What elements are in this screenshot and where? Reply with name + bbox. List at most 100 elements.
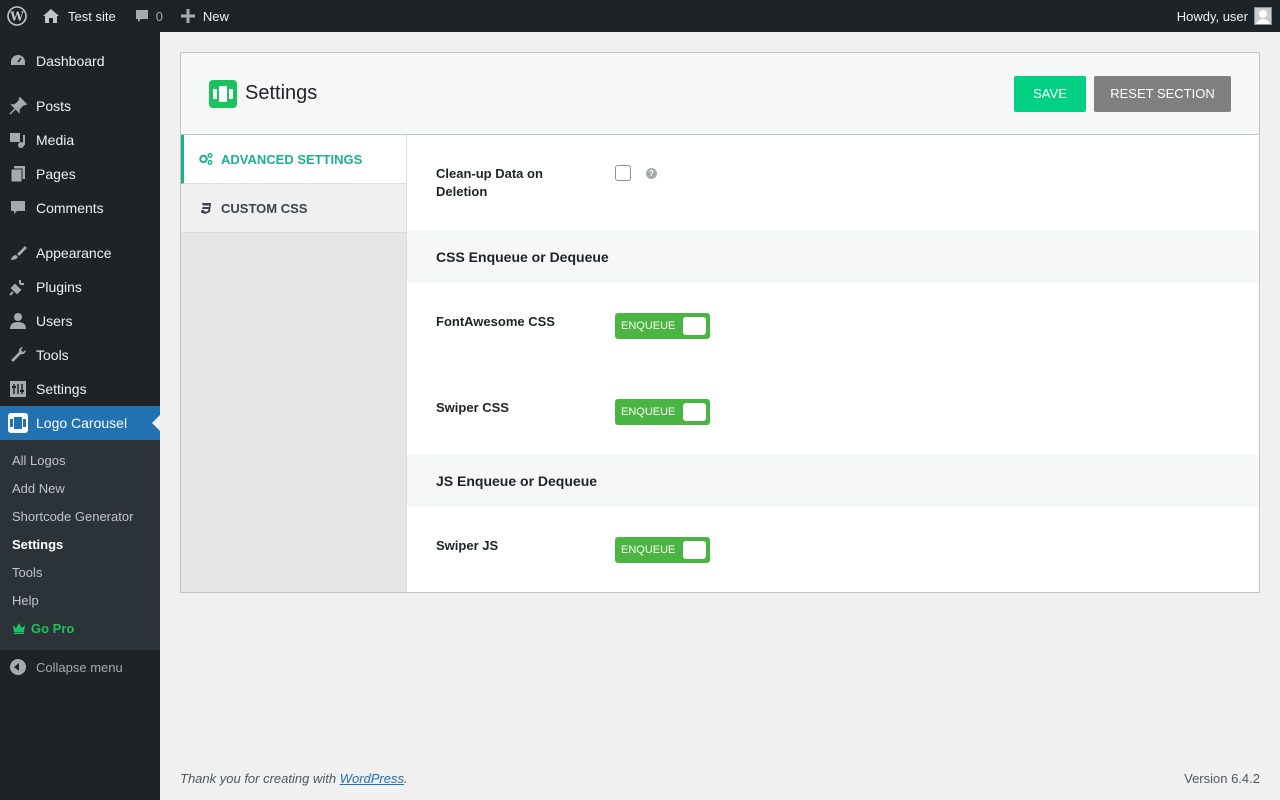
user-account-menu[interactable]: Howdy, user [1169,0,1280,32]
sidebar-item-settings[interactable]: Settings [0,372,160,406]
sidebar-item-comments[interactable]: Comments [0,191,160,225]
save-button[interactable]: SAVE [1014,75,1086,112]
go-pro-label: Go Pro [31,620,75,636]
swiper-css-enqueue-toggle[interactable]: ENQUEUE [615,399,710,425]
fontawesome-label: FontAwesome CSS [436,314,555,329]
howdy-text: Howdy, user [1176,8,1248,24]
sidebar-item-media[interactable]: Media [0,123,160,157]
settings-panel: Settings SAVE RESET SECTION ADVANCED SET… [180,52,1260,593]
footer-thanks-suffix: . [404,771,408,786]
wordpress-link[interactable]: WordPress [340,771,404,786]
site-name-link[interactable]: Test site [34,0,124,32]
settings-icon [8,379,28,399]
submenu-settings[interactable]: Settings [0,530,160,558]
cleanup-label: Clean-up Data on Deletion [436,166,543,199]
logo-carousel-submenu: All Logos Add New Shortcode Generator Se… [0,440,160,650]
pages-icon [8,164,28,184]
swiper-css-row: Swiper CSS ENQUEUE [407,369,1259,455]
pin-icon [8,96,28,116]
fontawesome-row: FontAwesome CSS ENQUEUE [407,283,1259,369]
logo-carousel-icon [209,79,237,108]
submenu-help[interactable]: Help [0,586,160,614]
panel-header: Settings SAVE RESET SECTION [181,53,1259,135]
toggle-knob [683,317,706,335]
settings-content: Clean-up Data on Deletion ? CSS Enqueue … [407,135,1259,592]
sidebar-item-pages[interactable]: Pages [0,157,160,191]
sidebar-item-dashboard[interactable]: Dashboard [0,44,160,78]
sidebar-item-label: Media [36,132,75,148]
sidebar-item-label: Logo Carousel [36,415,128,431]
toggle-knob [683,541,706,559]
sidebar-item-plugins[interactable]: Plugins [0,270,160,304]
comment-icon [8,198,28,218]
comments-link[interactable]: 0 [124,0,171,32]
version-text: Version 6.4.2 [1184,771,1260,786]
toggle-label: ENQUEUE [621,320,676,332]
avatar [1254,7,1272,25]
sidebar-item-appearance[interactable]: Appearance [0,236,160,270]
swiper-js-row: Swiper JS ENQUEUE [407,507,1259,593]
swiper-css-label: Swiper CSS [436,400,509,415]
cleanup-checkbox[interactable] [615,165,631,181]
collapse-menu-button[interactable]: Collapse menu [0,650,160,684]
wrench-icon [8,345,28,365]
submenu-tools[interactable]: Tools [0,558,160,586]
css3-icon [199,201,213,215]
sidebar-item-posts[interactable]: Posts [0,89,160,123]
footer-thanks-prefix: Thank you for creating with [180,771,340,786]
comment-bubble-icon [134,8,150,24]
page-title: Settings [245,82,318,104]
new-content-link[interactable]: New [171,0,237,32]
sidebar-item-label: Posts [36,98,72,114]
sidebar-item-label: Pages [36,166,76,182]
dashboard-icon [8,51,28,71]
sidebar-item-label: Tools [36,347,69,363]
tab-advanced-settings[interactable]: ADVANCED SETTINGS [181,135,406,184]
js-section-heading: JS Enqueue or Dequeue [407,455,1259,507]
cleanup-row: Clean-up Data on Deletion ? [407,135,1259,231]
media-icon [8,130,28,150]
submenu-shortcode-generator[interactable]: Shortcode Generator [0,502,160,530]
admin-footer: Thank you for creating with WordPress. V… [180,771,1260,786]
swiper-js-label: Swiper JS [436,538,499,553]
sidebar-item-tools[interactable]: Tools [0,338,160,372]
sidebar-item-users[interactable]: Users [0,304,160,338]
admin-sidebar: Dashboard Posts Media Pages Comments App… [0,32,160,800]
swiper-js-enqueue-toggle[interactable]: ENQUEUE [615,537,710,563]
home-icon [42,7,60,25]
toggle-label: ENQUEUE [621,406,676,418]
crown-icon [12,622,26,634]
admin-bar: W Test site 0 New Howdy, user [0,0,1280,32]
tab-label: CUSTOM CSS [221,200,308,216]
footer-thanks: Thank you for creating with WordPress. [180,771,408,786]
sidebar-item-label: Dashboard [36,53,105,69]
plugin-icon [8,277,28,297]
sidebar-item-label: Plugins [36,279,82,295]
css-section-heading: CSS Enqueue or Dequeue [407,231,1259,283]
new-label: New [202,8,229,24]
submenu-all-logos[interactable]: All Logos [0,446,160,474]
user-icon [8,311,28,331]
plus-icon [180,9,195,23]
sidebar-item-label: Settings [36,381,87,397]
reset-section-button[interactable]: RESET SECTION [1094,75,1231,112]
site-name: Test site [68,8,116,24]
sidebar-item-label: Users [36,313,73,329]
fontawesome-enqueue-toggle[interactable]: ENQUEUE [615,313,710,339]
submenu-add-new[interactable]: Add New [0,474,160,502]
submenu-go-pro[interactable]: Go Pro [0,614,160,642]
help-icon[interactable]: ? [646,167,657,179]
toggle-knob [683,403,706,421]
collapse-label: Collapse menu [36,659,123,675]
tab-custom-css[interactable]: CUSTOM CSS [181,184,406,233]
comment-count: 0 [155,8,163,24]
toggle-label: ENQUEUE [621,544,676,556]
settings-tabs: ADVANCED SETTINGS CUSTOM CSS [181,135,407,592]
wordpress-logo-icon[interactable]: W [0,0,34,32]
svg-text:W: W [9,10,24,24]
brush-icon [8,243,28,263]
collapse-arrow-icon [10,659,26,675]
gears-icon [199,152,213,166]
tab-label: ADVANCED SETTINGS [221,151,363,167]
sidebar-item-logo-carousel[interactable]: Logo Carousel [0,406,160,440]
